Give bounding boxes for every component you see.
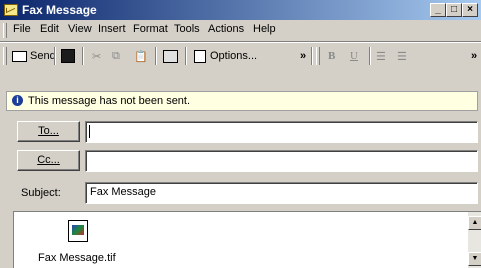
fax-message-window: Fax Message _ □ × File Edit View Insert …: [0, 0, 481, 268]
cut-button[interactable]: ✂: [92, 47, 101, 65]
toolbar-separator: [185, 47, 187, 65]
send-icon: [12, 50, 27, 62]
cc-field[interactable]: [85, 150, 478, 172]
menu-view[interactable]: View: [68, 23, 92, 35]
message-info-bar: i This message has not been sent.: [6, 91, 478, 111]
envelope-icon: [4, 4, 18, 16]
to-field[interactable]: [85, 121, 478, 143]
format-toolbar-overflow-chevron[interactable]: »: [471, 47, 477, 65]
menu-format[interactable]: Format: [133, 23, 168, 35]
menu-help[interactable]: Help: [253, 23, 276, 35]
minimize-button[interactable]: _: [430, 3, 446, 17]
to-button[interactable]: To...: [17, 121, 80, 142]
bold-button[interactable]: B: [328, 47, 335, 65]
info-bar-text: This message has not been sent.: [28, 95, 191, 107]
increase-indent-icon: ☰: [397, 50, 407, 63]
text-caret: [89, 125, 90, 138]
options-icon: [194, 49, 206, 63]
menu-bar: File Edit View Insert Format Tools Actio…: [0, 20, 481, 42]
menu-tools[interactable]: Tools: [174, 23, 200, 35]
menu-grip[interactable]: [3, 23, 7, 38]
tif-file-icon[interactable]: [68, 220, 88, 242]
toolbar-separator: [311, 47, 313, 65]
decrease-indent-icon: ☰: [376, 50, 386, 63]
format-toolbar-grip[interactable]: [316, 47, 320, 65]
to-button-label: To...: [38, 125, 59, 137]
toolbar-separator: [369, 47, 371, 65]
maximize-button[interactable]: □: [446, 3, 462, 17]
menu-insert[interactable]: Insert: [98, 23, 126, 35]
paste-icon: 📋: [134, 50, 148, 63]
vertical-scrollbar[interactable]: ▲ ▼: [468, 212, 481, 268]
close-button[interactable]: ×: [462, 3, 478, 17]
save-button[interactable]: [61, 47, 75, 65]
scroll-up-icon[interactable]: ▲: [468, 216, 481, 230]
menu-actions[interactable]: Actions: [208, 23, 244, 35]
menu-edit[interactable]: Edit: [40, 23, 59, 35]
scroll-down-icon[interactable]: ▼: [468, 252, 481, 266]
attachment-filename[interactable]: Fax Message.tif: [38, 252, 116, 264]
paste-button[interactable]: 📋: [134, 47, 148, 65]
toolbar-separator: [155, 47, 157, 65]
send-button[interactable]: Send: [12, 47, 56, 65]
options-button-label: Options...: [210, 50, 258, 62]
address-book-icon: [163, 49, 178, 63]
increase-indent-button[interactable]: ☰: [397, 47, 407, 65]
decrease-indent-button[interactable]: ☰: [376, 47, 386, 65]
menu-file[interactable]: File: [13, 23, 31, 35]
standard-toolbar: Send ✂ ⧉ 📋 Options... » B U ☰ ☰ »: [0, 42, 481, 69]
toolbar-grip[interactable]: [3, 47, 7, 65]
scissors-icon: ✂: [92, 50, 102, 63]
copy-button[interactable]: ⧉: [112, 47, 120, 65]
toolbar-separator: [54, 47, 56, 65]
message-body[interactable]: Fax Message.tif ▲ ▼: [13, 211, 481, 268]
address-book-button[interactable]: [163, 47, 178, 65]
subject-label: Subject:: [21, 187, 61, 199]
send-button-label: Send: [30, 50, 56, 62]
toolbar-separator: [82, 47, 84, 65]
options-button[interactable]: Options...: [194, 47, 257, 65]
save-icon: [61, 49, 75, 63]
subject-field-value: Fax Message: [90, 186, 157, 198]
cc-button[interactable]: Cc...: [17, 150, 80, 171]
title-bar: Fax Message _ □ ×: [0, 0, 481, 20]
toolbar-overflow-chevron[interactable]: »: [300, 47, 306, 65]
window-title: Fax Message: [22, 3, 97, 17]
copy-icon: ⧉: [112, 49, 120, 62]
subject-field[interactable]: Fax Message: [85, 182, 478, 204]
underline-button[interactable]: U: [350, 47, 358, 65]
cc-button-label: Cc...: [37, 154, 60, 166]
info-icon: i: [12, 95, 23, 106]
